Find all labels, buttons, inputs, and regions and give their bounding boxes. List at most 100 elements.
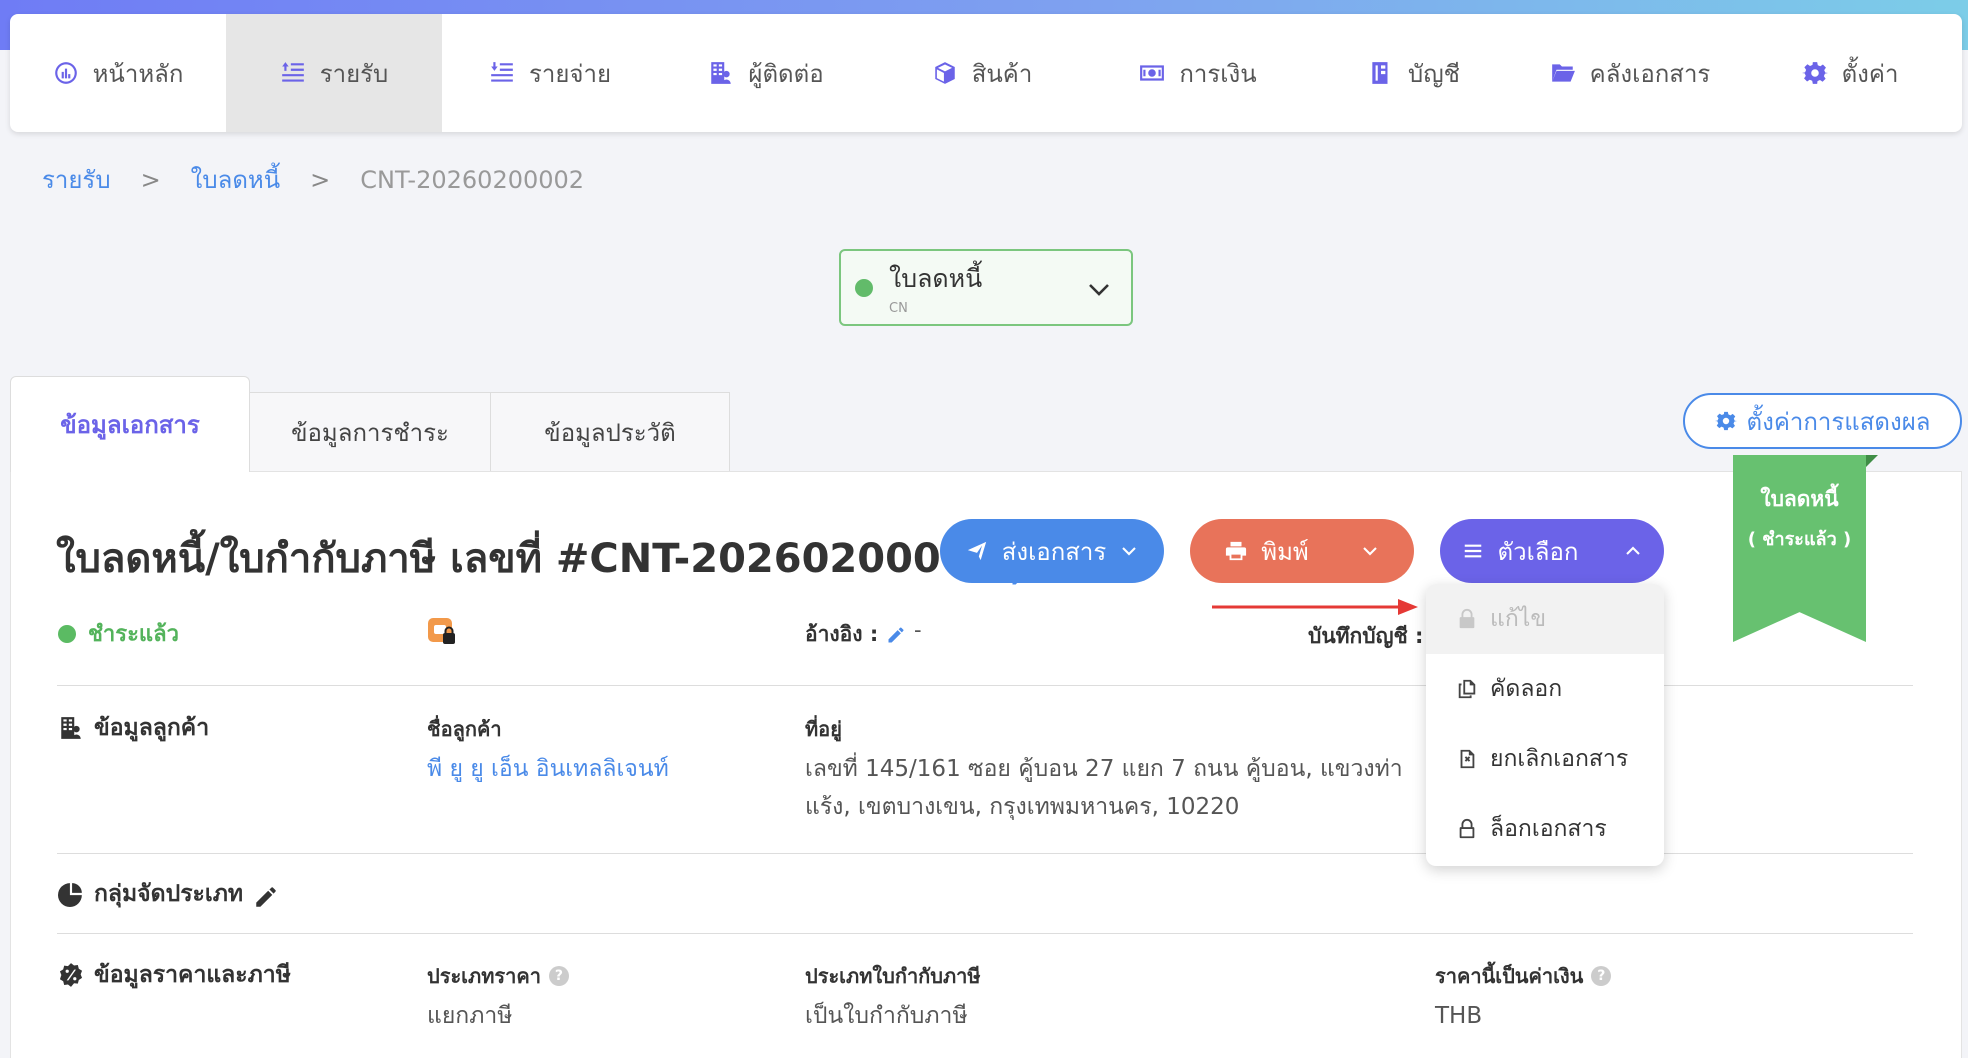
printer-icon: [1226, 541, 1247, 561]
folder-icon: [1551, 64, 1575, 82]
nav-item-expense[interactable]: รายจ่าย: [442, 14, 658, 132]
menu-item-copy[interactable]: คัดลอก: [1426, 654, 1664, 724]
status-dot: [855, 278, 873, 297]
menu-item-lock-document[interactable]: ล็อกเอกสาร: [1426, 794, 1664, 864]
menu-item-cancel-document[interactable]: ยกเลิกเอกสาร: [1426, 724, 1664, 794]
address-line-2: แร้ง, เขตบางเขน, กรุงเทพมหานคร, 10220: [805, 794, 1240, 820]
divider: [57, 933, 1913, 934]
reference-label-text: อ้างอิง :: [805, 622, 879, 646]
ribbon-doc-type: ใบลดหนี้: [1760, 487, 1839, 511]
customer-section-title: ข้อมูลลูกค้า: [58, 710, 209, 746]
nav-item-dashboard[interactable]: หน้าหลัก: [10, 14, 226, 132]
nav-item-label: ผู้ติดต่อ: [748, 59, 824, 88]
customer-name-label: ชื่อลูกค้า: [427, 717, 502, 741]
customer-section-label: ข้อมูลลูกค้า: [94, 715, 210, 741]
nav-item-settings[interactable]: ตั้งค่า: [1738, 14, 1962, 132]
paper-plane-icon: [967, 541, 986, 561]
gear-icon: [1801, 62, 1828, 84]
customer-name-link[interactable]: พี ยู ยู เอ็น อินเทลลิเจนท์: [427, 750, 669, 788]
breadcrumb: รายรับ > ใบลดหนี้ > CNT-20260200002: [42, 160, 584, 199]
print-button[interactable]: พิมพ์: [1190, 519, 1414, 583]
breadcrumb-current: CNT-20260200002: [360, 165, 585, 194]
help-icon[interactable]: ?: [548, 966, 569, 986]
breadcrumb-separator: >: [310, 165, 331, 194]
reference-label: อ้างอิง :: [805, 618, 906, 651]
red-arrow-annotation: [1212, 599, 1418, 615]
edit-category-icon[interactable]: [253, 884, 276, 907]
nav-item-label: สินค้า: [971, 59, 1033, 88]
dashboard-icon: [54, 62, 77, 84]
payment-status-label: ชำระแล้ว: [88, 622, 179, 647]
tab-document-info[interactable]: ข้อมูลเอกสาร: [10, 376, 250, 472]
help-icon[interactable]: ?: [1591, 966, 1612, 986]
expense-icon: [491, 62, 513, 82]
nav-item-label: รายจ่าย: [528, 59, 612, 88]
nav-item-label: หน้าหลัก: [92, 59, 184, 88]
display-settings-label: ตั้งค่าการแสดงผล: [1746, 407, 1931, 436]
category-section-label: กลุ่มจัดประเภท: [94, 881, 244, 907]
nav-item-contacts[interactable]: ผู้ติดต่อ: [658, 14, 874, 132]
payment-status: ชำระแล้ว: [58, 616, 179, 651]
nav-item-label: บัญชี: [1408, 59, 1460, 88]
menu-item-label: คัดลอก: [1490, 676, 1563, 702]
income-icon: [281, 62, 304, 82]
send-document-label: ส่งเอกสาร: [1001, 537, 1107, 566]
document-title: ใบลดหนี้/ใบกำกับภาษี เลขที่ #CNT-2026020…: [56, 526, 1030, 590]
money-icon: [1140, 65, 1165, 81]
address-line-1: เลขที่ 145/161 ซอย คู้บอน 27 แยก 7 ถนน ค…: [805, 756, 1403, 782]
print-label: พิมพ์: [1261, 537, 1309, 566]
menu-item-label: แก้ไข: [1490, 606, 1547, 632]
document-type-code: CN: [889, 301, 908, 316]
gear-icon: [1714, 411, 1737, 431]
menu-item-label: ยกเลิกเอกสาร: [1490, 746, 1629, 772]
send-document-button[interactable]: ส่งเอกสาร: [940, 519, 1164, 583]
nav-item-products[interactable]: สินค้า: [874, 14, 1090, 132]
hamburger-icon: [1464, 544, 1481, 558]
main-nav: หน้าหลัก รายรับ รายจ่าย ผู้ติดต่อ สินค้า…: [10, 14, 1962, 132]
tax-invoice-type-value: เป็นใบกำกับภาษี: [805, 1003, 968, 1029]
menu-item-label: ล็อกเอกสาร: [1490, 816, 1607, 842]
contacts-icon: [711, 62, 732, 84]
options-dropdown-menu: แก้ไข คัดลอก ยกเลิกเอกสาร ล็อกเอกสาร: [1426, 584, 1664, 866]
options-label: ตัวเลือก: [1497, 537, 1579, 566]
nav-item-accounting[interactable]: บัญชี: [1306, 14, 1522, 132]
nav-item-documents[interactable]: คลังเอกสาร: [1522, 14, 1738, 132]
category-section-title: กลุ่มจัดประเภท: [58, 876, 276, 912]
breadcrumb-credit-note-link[interactable]: ใบลดหนี้: [191, 160, 280, 199]
lock-icon: [1459, 608, 1475, 629]
currency-label-text: ราคานี้เป็นค่าเงิน: [1435, 964, 1584, 988]
tax-invoice-type-label: ประเภทใบกำกับภาษี: [805, 964, 981, 988]
document-type-label: ใบลดหนี้: [889, 264, 983, 293]
edit-reference-icon[interactable]: [886, 625, 906, 645]
nav-item-income[interactable]: รายรับ: [226, 14, 442, 132]
lock-outline-icon: [1459, 818, 1475, 839]
tab-payment-info[interactable]: ข้อมูลการชำระ: [249, 392, 491, 472]
document-type-selector[interactable]: ใบลดหนี้ CN: [839, 249, 1133, 326]
price-type-label-text: ประเภทราคา: [427, 964, 541, 988]
pricing-section-title: ข้อมูลราคาและภาษี: [58, 957, 291, 993]
ribbon-fold: [1866, 455, 1878, 467]
nav-item-label: รายรับ: [319, 59, 389, 88]
options-button[interactable]: ตัวเลือก: [1440, 519, 1664, 583]
tab-history-info[interactable]: ข้อมูลประวัติ: [490, 392, 730, 472]
ribbon-status: ( ชำระแล้ว ): [1747, 529, 1852, 550]
pie-chart-icon: [58, 883, 82, 907]
percent-badge-icon: [59, 963, 83, 987]
ledger-icon: [1372, 62, 1388, 84]
currency-value: THB: [1435, 1003, 1483, 1029]
chevron-down-icon: [1089, 284, 1109, 296]
pricing-section-label: ข้อมูลราคาและภาษี: [94, 962, 291, 988]
chevron-down-icon[interactable]: [1361, 542, 1379, 560]
reference-value: -: [914, 618, 922, 642]
cancel-document-icon: [1460, 749, 1475, 769]
document-title-text: ใบลดหนี้/ใบกำกับภาษี เลขที่ #CNT-2026020…: [56, 536, 997, 582]
menu-item-edit: แก้ไข: [1426, 584, 1664, 654]
breadcrumb-income-link[interactable]: รายรับ: [42, 160, 111, 199]
chevron-down-icon: [1122, 547, 1137, 556]
nav-item-finance[interactable]: การเงิน: [1090, 14, 1306, 132]
currency-label: ราคานี้เป็นค่าเงิน ?: [1435, 960, 1612, 992]
locked-document-icon: [428, 618, 455, 644]
copy-icon: [1458, 679, 1476, 699]
breadcrumb-separator: >: [140, 165, 161, 194]
display-settings-button[interactable]: ตั้งค่าการแสดงผล: [1683, 393, 1962, 449]
